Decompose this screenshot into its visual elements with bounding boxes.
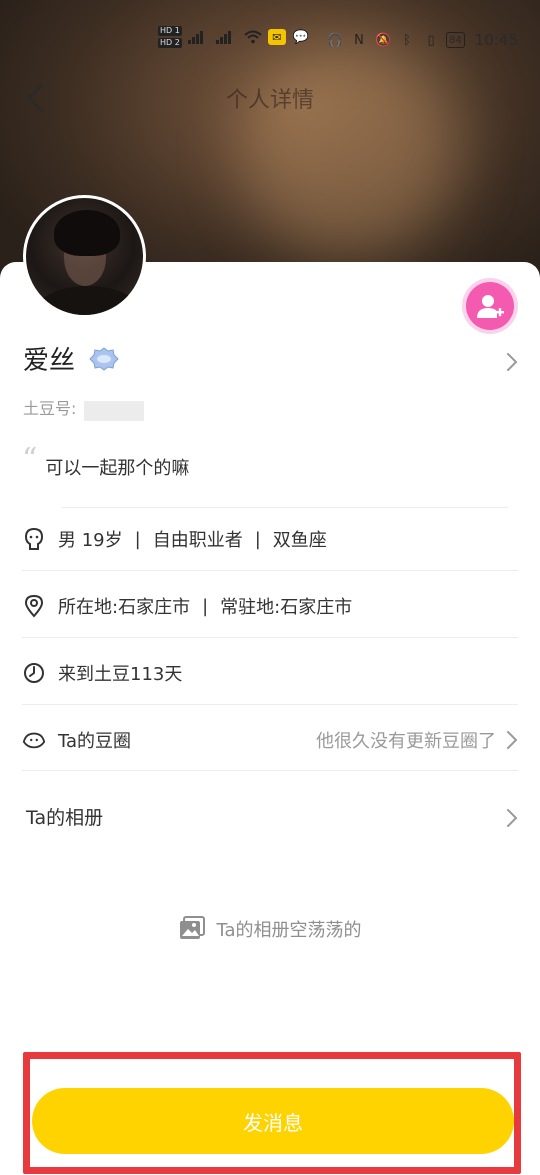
header-glow [240,40,460,260]
current-location: 所在地:石家庄市 [58,597,191,618]
circle-label: Ta的豆圈 [58,731,132,752]
chevron-right-icon [507,353,518,371]
join-days: 来到土豆113天 [58,664,183,685]
avatar[interactable] [23,195,146,318]
quote-icon: “ [22,442,38,477]
user-name: 爱丝 [23,346,76,376]
bio: “ 可以一起那个的嘛 [22,442,190,480]
location-row: 所在地:石家庄市 | 常驻地:石家庄市 [22,586,518,626]
separator: | [202,595,209,617]
user-id-label: 土豆号: [23,399,77,418]
avatar-shoulder [36,286,140,315]
more-button[interactable]: ··· [498,84,522,109]
separator: | [134,528,141,550]
bean-circle-icon [22,728,46,752]
avatar-hair [54,210,120,256]
clock: 10:45 [474,31,518,49]
circle-row[interactable]: Ta的豆圈 他很久没有更新豆圈了 [22,720,518,760]
nfc-icon: N [354,32,364,48]
empty-album-text: Ta的相册空荡荡的 [216,920,362,941]
divider [22,704,518,705]
highlight-annotation [23,1052,521,1174]
bio-text: 可以一起那个的嘛 [45,458,190,479]
circle-status: 他很久没有更新豆圈了 [316,731,496,752]
user-id-masked [84,401,145,421]
separator: | [254,528,261,550]
add-friend-icon [477,295,504,318]
vibrate-icon: ▯ [427,32,435,48]
album-title[interactable]: Ta的相册 [26,803,103,830]
album-chevron[interactable] [506,808,518,832]
status-left-icons: HD 1 HD 2 ✉ 💬 [158,26,310,48]
profile-detail-chevron[interactable] [506,352,518,376]
hd1-badge: HD 1 [158,26,182,36]
user-id-row: 土豆号: [23,393,145,421]
occupation: 自由职业者 [152,530,243,551]
empty-album-placeholder: Ta的相册空荡荡的 [0,916,540,942]
basic-info-row: 男 19岁 | 自由职业者 | 双鱼座 [22,519,518,559]
divider [22,770,518,771]
signal-2-icon [215,30,238,44]
gender-avatar-icon [22,527,46,551]
page-title: 个人详情 [225,88,314,113]
location-pin-icon [22,594,46,618]
divider [22,570,518,571]
battery-icon: 84 [446,32,465,48]
battery-level: 84 [449,34,462,46]
chevron-right-icon [507,731,518,749]
residence: 常驻地:石家庄市 [220,597,353,618]
hd2-badge: HD 2 [158,38,182,48]
app-notification-icon: ✉ [267,29,286,45]
name-row: 爱丝 [23,340,119,377]
image-icon [180,916,206,939]
divider [22,637,518,638]
chat-notification-icon: 💬 [292,29,309,45]
status-bar: HD 1 HD 2 ✉ 💬 🎧 N 🔕 ᛒ ▯ 84 10:45 [0,22,540,58]
signal-icon [187,30,210,44]
bluetooth-icon: ᛒ [403,32,411,48]
follow-button[interactable] [466,282,514,330]
nav-bar: 个人详情 ··· [0,74,540,122]
circle-status-group: 他很久没有更新豆圈了 [316,720,518,760]
divider [62,507,508,508]
clock-icon [22,661,46,685]
wifi-icon [244,29,262,45]
join-days-row: 来到土豆113天 [22,653,518,693]
chevron-right-icon [507,809,518,827]
vip-badge-icon [89,346,119,371]
headphone-icon: 🎧 [326,32,344,48]
mute-icon: 🔕 [374,32,392,48]
zodiac: 双鱼座 [272,530,327,551]
gender-age: 男 19岁 [58,530,123,551]
